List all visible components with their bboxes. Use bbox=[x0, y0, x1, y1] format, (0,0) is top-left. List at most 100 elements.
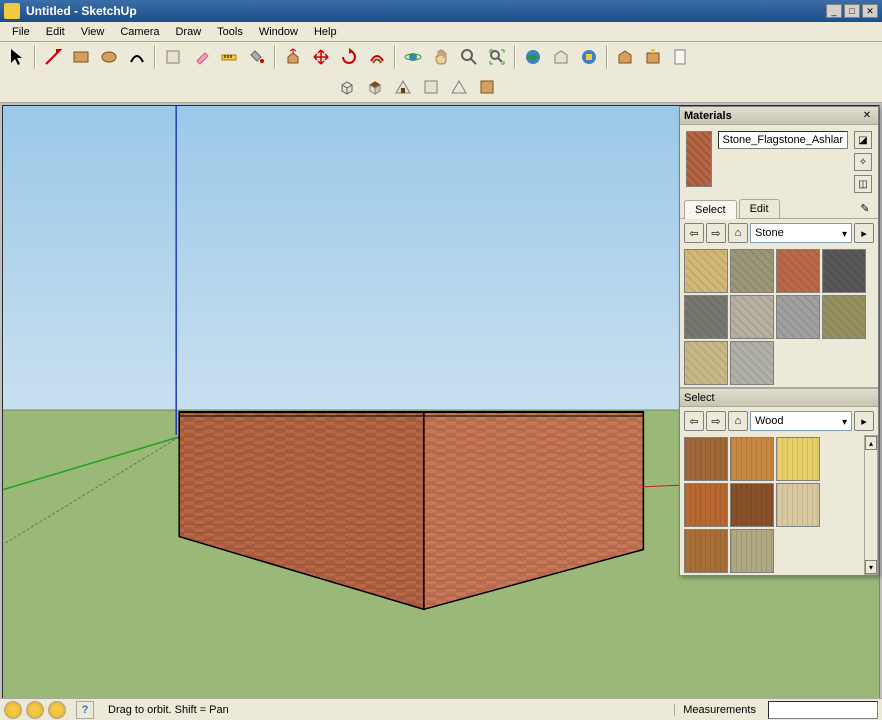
stone-swatch[interactable] bbox=[822, 249, 866, 293]
create-material-button[interactable]: ✧ bbox=[854, 153, 872, 171]
warehouse-button[interactable] bbox=[612, 44, 638, 70]
menu-edit[interactable]: Edit bbox=[38, 24, 73, 40]
credits-icon[interactable] bbox=[26, 701, 44, 719]
stone-swatch[interactable] bbox=[730, 341, 774, 385]
iso-view-button[interactable] bbox=[334, 74, 360, 100]
extension-warehouse-button[interactable] bbox=[640, 44, 666, 70]
scroll-down-button[interactable]: ▾ bbox=[865, 560, 877, 574]
nav-forward-button[interactable]: ⇨ bbox=[706, 223, 726, 243]
rectangle-tool-button[interactable] bbox=[68, 44, 94, 70]
nav2-back-button[interactable]: ⇦ bbox=[684, 411, 704, 431]
default-material-button[interactable]: ◫ bbox=[854, 175, 872, 193]
nav2-home-button[interactable]: ⌂ bbox=[728, 411, 748, 431]
stone-swatch[interactable] bbox=[684, 295, 728, 339]
zoom-extents-button[interactable] bbox=[484, 44, 510, 70]
secondary-panel-title: Select bbox=[684, 392, 715, 404]
pan-tool-button[interactable] bbox=[428, 44, 454, 70]
menu-window[interactable]: Window bbox=[251, 24, 306, 40]
wood-swatch[interactable] bbox=[730, 529, 774, 573]
scrollbar-track[interactable] bbox=[865, 450, 877, 560]
materials-panel-title: Materials bbox=[684, 110, 860, 122]
measurements-input[interactable] bbox=[768, 701, 878, 719]
paint-bucket-button[interactable] bbox=[244, 44, 270, 70]
materials-panel: Materials ✕ Stone_Flagstone_Ashlar ◪ ✧ ◫… bbox=[679, 106, 879, 576]
back-view-button[interactable] bbox=[446, 74, 472, 100]
rotate-tool-button[interactable] bbox=[336, 44, 362, 70]
arc-tool-button[interactable] bbox=[124, 44, 150, 70]
select-tool-button[interactable] bbox=[4, 44, 30, 70]
materials-tab-edit[interactable]: Edit bbox=[739, 199, 780, 218]
push-pull-button[interactable] bbox=[280, 44, 306, 70]
stone-swatch[interactable] bbox=[684, 341, 728, 385]
orbit-tool-button[interactable] bbox=[400, 44, 426, 70]
claim-credit-icon[interactable] bbox=[48, 701, 66, 719]
scroll-up-button[interactable]: ▴ bbox=[865, 436, 877, 450]
menu-help[interactable]: Help bbox=[306, 24, 345, 40]
wood-swatch[interactable] bbox=[730, 437, 774, 481]
get-models-button[interactable] bbox=[520, 44, 546, 70]
secondary-panel-titlebar: Select bbox=[680, 389, 878, 407]
get-photo-texture-button[interactable] bbox=[576, 44, 602, 70]
maximize-button[interactable]: □ bbox=[844, 4, 860, 18]
help-icon[interactable]: ? bbox=[76, 701, 94, 719]
front-view-button[interactable] bbox=[390, 74, 416, 100]
wood-swatch[interactable] bbox=[684, 529, 728, 573]
stone-swatch[interactable] bbox=[776, 295, 820, 339]
nav-home-button[interactable]: ⌂ bbox=[728, 223, 748, 243]
current-material-name[interactable]: Stone_Flagstone_Ashlar bbox=[718, 131, 848, 149]
materials-panel-titlebar[interactable]: Materials ✕ bbox=[680, 107, 878, 125]
current-material-swatch[interactable] bbox=[686, 131, 712, 187]
right-view-button[interactable] bbox=[418, 74, 444, 100]
top-view-button[interactable] bbox=[362, 74, 388, 100]
stone-swatch[interactable] bbox=[730, 295, 774, 339]
stone-swatch-grid bbox=[680, 247, 878, 387]
left-view-button[interactable] bbox=[474, 74, 500, 100]
wood-swatch[interactable] bbox=[684, 437, 728, 481]
toolbar-area bbox=[0, 42, 882, 103]
stone-swatch[interactable] bbox=[684, 249, 728, 293]
share-model-button[interactable] bbox=[548, 44, 574, 70]
status-hint: Drag to orbit. Shift = Pan bbox=[100, 704, 674, 716]
stone-swatch[interactable] bbox=[822, 295, 866, 339]
material-category2-select[interactable]: Wood bbox=[750, 411, 852, 431]
wood-swatch[interactable] bbox=[684, 483, 728, 527]
window-title: Untitled - SketchUp bbox=[26, 4, 826, 18]
menu-file[interactable]: File bbox=[4, 24, 38, 40]
menu-view[interactable]: View bbox=[73, 24, 113, 40]
nav-back-button[interactable]: ⇦ bbox=[684, 223, 704, 243]
wood-swatch[interactable] bbox=[776, 437, 820, 481]
close-button[interactable]: ✕ bbox=[862, 4, 878, 18]
sample-paint-icon[interactable]: ✎ bbox=[856, 199, 874, 217]
wood-swatch-grid bbox=[680, 435, 862, 575]
offset-tool-button[interactable] bbox=[364, 44, 390, 70]
title-bar: Untitled - SketchUp _ □ ✕ bbox=[0, 0, 882, 22]
material-category-select[interactable]: Stone bbox=[750, 223, 852, 243]
app-icon bbox=[4, 3, 20, 19]
menu-bar: File Edit View Camera Draw Tools Window … bbox=[0, 22, 882, 42]
nav2-details-button[interactable]: ▸ bbox=[854, 411, 874, 431]
menu-draw[interactable]: Draw bbox=[167, 24, 209, 40]
wood-swatch[interactable] bbox=[776, 483, 820, 527]
wood-swatch[interactable] bbox=[730, 483, 774, 527]
minimize-button[interactable]: _ bbox=[826, 4, 842, 18]
stone-swatch[interactable] bbox=[776, 249, 820, 293]
status-bar: ? Drag to orbit. Shift = Pan Measurement… bbox=[0, 698, 882, 720]
eraser-tool-button[interactable] bbox=[188, 44, 214, 70]
move-tool-button[interactable] bbox=[308, 44, 334, 70]
display-secondary-pane-button[interactable]: ◪ bbox=[854, 131, 872, 149]
nav2-forward-button[interactable]: ⇨ bbox=[706, 411, 726, 431]
geolocation-icon[interactable] bbox=[4, 701, 22, 719]
stone-swatch[interactable] bbox=[730, 249, 774, 293]
nav-details-button[interactable]: ▸ bbox=[854, 223, 874, 243]
make-component-button[interactable] bbox=[160, 44, 186, 70]
line-tool-button[interactable] bbox=[40, 44, 66, 70]
workspace: Materials ✕ Stone_Flagstone_Ashlar ◪ ✧ ◫… bbox=[2, 105, 880, 705]
menu-tools[interactable]: Tools bbox=[209, 24, 251, 40]
circle-tool-button[interactable] bbox=[96, 44, 122, 70]
menu-camera[interactable]: Camera bbox=[112, 24, 167, 40]
panel-close-icon[interactable]: ✕ bbox=[860, 109, 874, 123]
send-to-layout-button[interactable] bbox=[668, 44, 694, 70]
materials-tab-select[interactable]: Select bbox=[684, 200, 737, 219]
zoom-tool-button[interactable] bbox=[456, 44, 482, 70]
tape-measure-button[interactable] bbox=[216, 44, 242, 70]
